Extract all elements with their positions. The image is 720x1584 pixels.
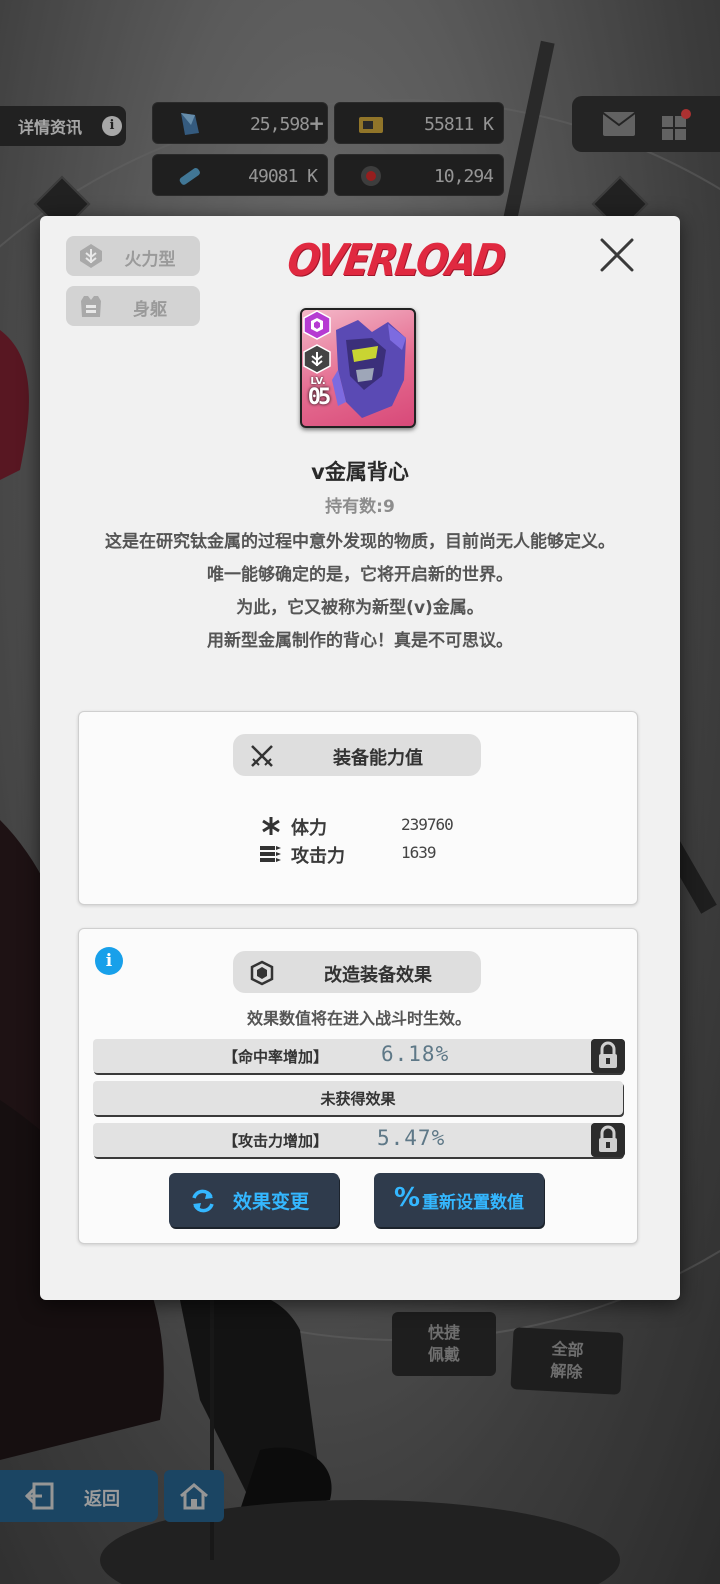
effects-note: 效果数值将在进入战斗时生效。 xyxy=(246,1009,471,1028)
item-card: LV. 05 xyxy=(300,308,416,428)
effect-label: 未获得效果 xyxy=(320,1090,396,1108)
firepower-class-icon xyxy=(303,344,331,374)
effect-row-empty: 未获得效果 xyxy=(93,1081,623,1115)
effect-row-attack: 【攻击力增加】 5.47% xyxy=(93,1123,625,1157)
equipment-detail-modal: 火力型 身躯 OVERLOAD LV. 05 v金属背心 持有数:9 这是在研究… xyxy=(40,216,680,1300)
item-count: 持有数:9 xyxy=(325,497,395,517)
stat-row-hp: 体力 239760 xyxy=(259,812,499,840)
item-description: 这是在研究钛金属的过程中意外发现的物质，目前尚无人能够定义。 唯一能够确定的是，… xyxy=(105,532,615,651)
refresh-icon xyxy=(192,1189,214,1213)
bullets-icon xyxy=(260,846,281,862)
asterisk-icon xyxy=(262,817,280,835)
item-name: v金属背心 xyxy=(311,460,409,484)
level-value: 05 xyxy=(307,385,332,410)
effect-label: 【攻击力增加】 xyxy=(223,1132,329,1150)
level-badge: LV. 05 xyxy=(304,376,332,409)
slot-type-chip: 身躯 xyxy=(66,286,200,326)
change-effect-button[interactable]: 效果变更 xyxy=(169,1173,339,1227)
stats-panel-title: 装备能力值 xyxy=(333,748,423,769)
rarity-badge-icon xyxy=(303,310,331,340)
effects-panel-title: 改造装备效果 xyxy=(324,965,432,986)
stats-panel-header: 装备能力值 xyxy=(233,734,481,776)
class-type-label: 火力型 xyxy=(124,250,176,270)
equipment-stats-panel: 装备能力值 体力 239760 攻击力 1639 xyxy=(78,711,638,905)
effect-value: 5.47% xyxy=(377,1126,446,1150)
close-icon[interactable] xyxy=(598,236,636,274)
effect-label: 【命中率增加】 xyxy=(223,1048,329,1066)
lock-icon[interactable] xyxy=(591,1123,625,1157)
change-effect-label: 效果变更 xyxy=(233,1191,310,1213)
lock-icon[interactable] xyxy=(591,1039,625,1073)
effects-info-icon[interactable]: i xyxy=(95,947,123,975)
reset-values-label: 重新设置数值 xyxy=(422,1193,524,1213)
class-type-chip: 火力型 xyxy=(66,236,200,276)
cube-icon xyxy=(250,960,274,986)
body-armor-icon xyxy=(81,296,101,317)
stat-row-attack: 攻击力 1639 xyxy=(259,840,499,868)
reset-values-button[interactable]: % 重新设置数值 xyxy=(374,1173,544,1227)
crossed-swords-icon xyxy=(251,745,273,767)
effect-row-accuracy: 【命中率增加】 6.18% xyxy=(93,1039,625,1073)
effect-value: 6.18% xyxy=(381,1042,450,1066)
stat-value: 239760 xyxy=(401,815,454,834)
effects-panel-header: 改造装备效果 xyxy=(233,951,481,993)
stat-value: 1639 xyxy=(401,843,437,862)
firepower-icon xyxy=(80,244,102,268)
overload-logo: OVERLOAD xyxy=(284,234,508,286)
percent-icon: % xyxy=(394,1183,421,1213)
stat-label: 攻击力 xyxy=(291,846,345,867)
slot-type-label: 身躯 xyxy=(133,300,167,320)
modification-effects-panel: i 改造装备效果 效果数值将在进入战斗时生效。 【命中率增加】 6.18% 未获… xyxy=(78,928,638,1244)
stat-label: 体力 xyxy=(291,818,327,839)
